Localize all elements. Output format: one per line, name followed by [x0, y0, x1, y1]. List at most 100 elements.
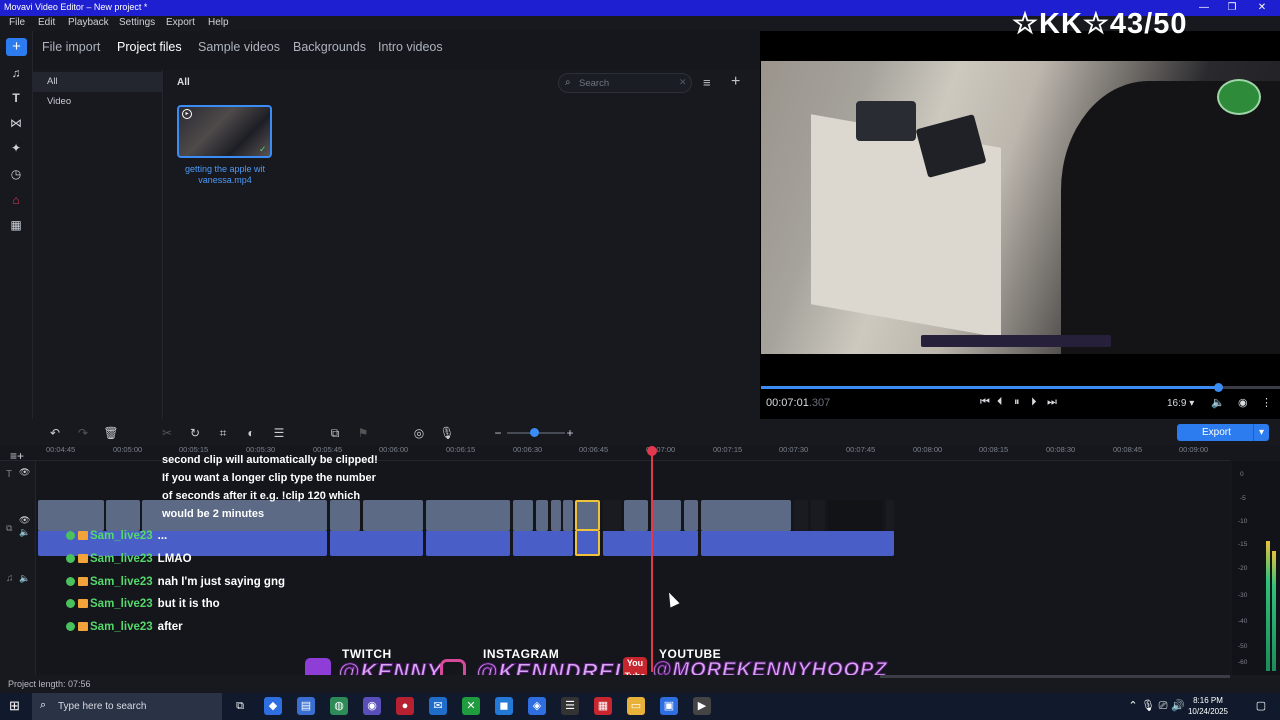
category-all[interactable]: All: [33, 72, 163, 92]
app-icon[interactable]: ☰: [561, 697, 579, 715]
prev-frame-icon[interactable]: ⏴: [997, 396, 1003, 409]
export-dropdown-icon[interactable]: ▾: [1253, 424, 1269, 441]
app-icon[interactable]: ●: [396, 697, 414, 715]
taskbar-search[interactable]: ⌕ Type here to search: [32, 693, 222, 720]
text-icon[interactable]: T: [7, 89, 25, 107]
volume-tray-icon[interactable]: 🔊: [1169, 697, 1187, 715]
marker-icon[interactable]: ⚑: [354, 424, 372, 442]
video-clip[interactable]: [38, 500, 104, 531]
menu-help[interactable]: Help: [208, 17, 229, 28]
video-clip[interactable]: [363, 500, 423, 531]
video-clip[interactable]: [811, 500, 825, 531]
timeline-scrollbar[interactable]: [880, 675, 1230, 678]
video-mute-icon[interactable]: 🔈: [19, 527, 30, 538]
video-clip[interactable]: [624, 500, 648, 531]
app-icon[interactable]: ▦: [594, 697, 612, 715]
rotate-icon[interactable]: ↻: [186, 424, 204, 442]
menu-export[interactable]: Export: [166, 17, 195, 28]
delete-icon[interactable]: 🗑: [102, 424, 120, 442]
tab-backgrounds[interactable]: Backgrounds: [293, 40, 366, 54]
export-button[interactable]: Export ▾: [1177, 424, 1269, 441]
outlook-icon[interactable]: ✉: [429, 697, 447, 715]
video-clip[interactable]: [330, 500, 360, 531]
chrome-icon[interactable]: ◍: [330, 697, 348, 715]
zoom-slider-handle[interactable]: [530, 428, 539, 437]
more-options-icon[interactable]: ⋮: [1261, 396, 1272, 409]
sticker-icon[interactable]: ⌂: [7, 191, 25, 209]
zoom-out-icon[interactable]: −: [489, 424, 507, 442]
add-track-icon[interactable]: ≡+: [10, 449, 24, 463]
media-thumbnail[interactable]: ▸ ✓: [177, 105, 272, 158]
task-view-icon[interactable]: ⧉: [231, 697, 249, 715]
file-explorer-icon[interactable]: ▭: [627, 697, 645, 715]
video-clip[interactable]: [563, 500, 573, 531]
music-icon[interactable]: ♫: [7, 64, 25, 82]
record-icon[interactable]: ◎: [410, 424, 428, 442]
tab-sample-videos[interactable]: Sample videos: [198, 40, 280, 54]
video-clip[interactable]: [828, 500, 883, 531]
aspect-ratio-select[interactable]: 16:9 ▾: [1167, 398, 1194, 409]
playback-progress[interactable]: [761, 386, 1280, 389]
clear-search-icon[interactable]: ✕: [679, 77, 687, 88]
video-clip-selected[interactable]: [575, 500, 600, 531]
sort-icon[interactable]: ≡: [703, 75, 711, 90]
skip-end-icon[interactable]: ⏭: [1047, 396, 1057, 409]
video-clip[interactable]: [684, 500, 698, 531]
redo-icon[interactable]: ↷: [74, 424, 92, 442]
visibility-icon[interactable]: 👁: [19, 467, 30, 478]
video-clip[interactable]: [701, 500, 791, 531]
tab-project-files[interactable]: Project files: [117, 40, 182, 54]
copilot-icon[interactable]: ◆: [264, 697, 282, 715]
add-folder-icon[interactable]: +: [731, 73, 740, 91]
next-frame-icon[interactable]: ⏵: [1031, 396, 1037, 409]
menu-edit[interactable]: Edit: [38, 17, 55, 28]
video-clip[interactable]: [651, 500, 681, 531]
video-visibility-icon[interactable]: 👁: [19, 515, 30, 526]
video-clip[interactable]: [603, 500, 621, 531]
xbox-icon[interactable]: ✕: [462, 697, 480, 715]
cut-icon[interactable]: ✂: [158, 424, 176, 442]
microphone-icon[interactable]: 🎙: [438, 424, 456, 442]
video-clip[interactable]: [426, 500, 510, 531]
overlay-icon[interactable]: ⧉: [326, 424, 344, 442]
minimize-button[interactable]: —: [1190, 0, 1218, 16]
more-tools-icon[interactable]: ▦: [7, 216, 25, 234]
color-adjust-icon[interactable]: ◐: [242, 424, 260, 442]
audio-clip[interactable]: [330, 531, 423, 556]
snapshot-icon[interactable]: ◉: [1238, 396, 1248, 409]
progress-handle[interactable]: [1213, 383, 1223, 392]
discord-icon[interactable]: ◉: [363, 697, 381, 715]
zoom-in-icon[interactable]: +: [561, 424, 579, 442]
audio-clip[interactable]: [426, 531, 510, 556]
menu-playback[interactable]: Playback: [68, 17, 109, 28]
audio-mute-icon[interactable]: 🔈: [19, 573, 30, 584]
video-clip[interactable]: [536, 500, 548, 531]
notification-icon[interactable]: ▢: [1252, 697, 1270, 715]
maximize-button[interactable]: ❐: [1218, 0, 1246, 16]
search-input[interactable]: ⌕ Search ✕: [558, 73, 692, 93]
store-icon[interactable]: ▤: [297, 697, 315, 715]
volume-icon[interactable]: 🔈: [1211, 396, 1225, 409]
playhead-handle[interactable]: [647, 446, 657, 456]
app-icon[interactable]: ▣: [660, 697, 678, 715]
media-player-icon[interactable]: ▶: [693, 697, 711, 715]
category-video[interactable]: Video: [33, 92, 163, 112]
magic-wand-icon[interactable]: ✦: [7, 139, 25, 157]
clip-properties-icon[interactable]: ☰: [270, 424, 288, 442]
tab-intro-videos[interactable]: Intro videos: [378, 40, 443, 54]
clock-icon[interactable]: ◷: [7, 165, 25, 183]
video-clip[interactable]: [551, 500, 561, 531]
close-button[interactable]: ✕: [1248, 0, 1276, 16]
add-media-button[interactable]: +: [6, 38, 27, 56]
video-clip[interactable]: [106, 500, 140, 531]
skip-start-icon[interactable]: ⏮: [980, 396, 990, 409]
audio-clip-selected[interactable]: [575, 531, 600, 556]
crop-icon[interactable]: ⌗: [214, 424, 232, 442]
undo-icon[interactable]: ↶: [46, 424, 64, 442]
playhead[interactable]: [651, 446, 653, 672]
app-icon[interactable]: ◼: [495, 697, 513, 715]
transition-icon[interactable]: ⋈: [7, 114, 25, 132]
start-icon[interactable]: ⊞: [9, 698, 20, 714]
menu-settings[interactable]: Settings: [119, 17, 155, 28]
pause-icon[interactable]: ⏸: [1014, 396, 1020, 409]
